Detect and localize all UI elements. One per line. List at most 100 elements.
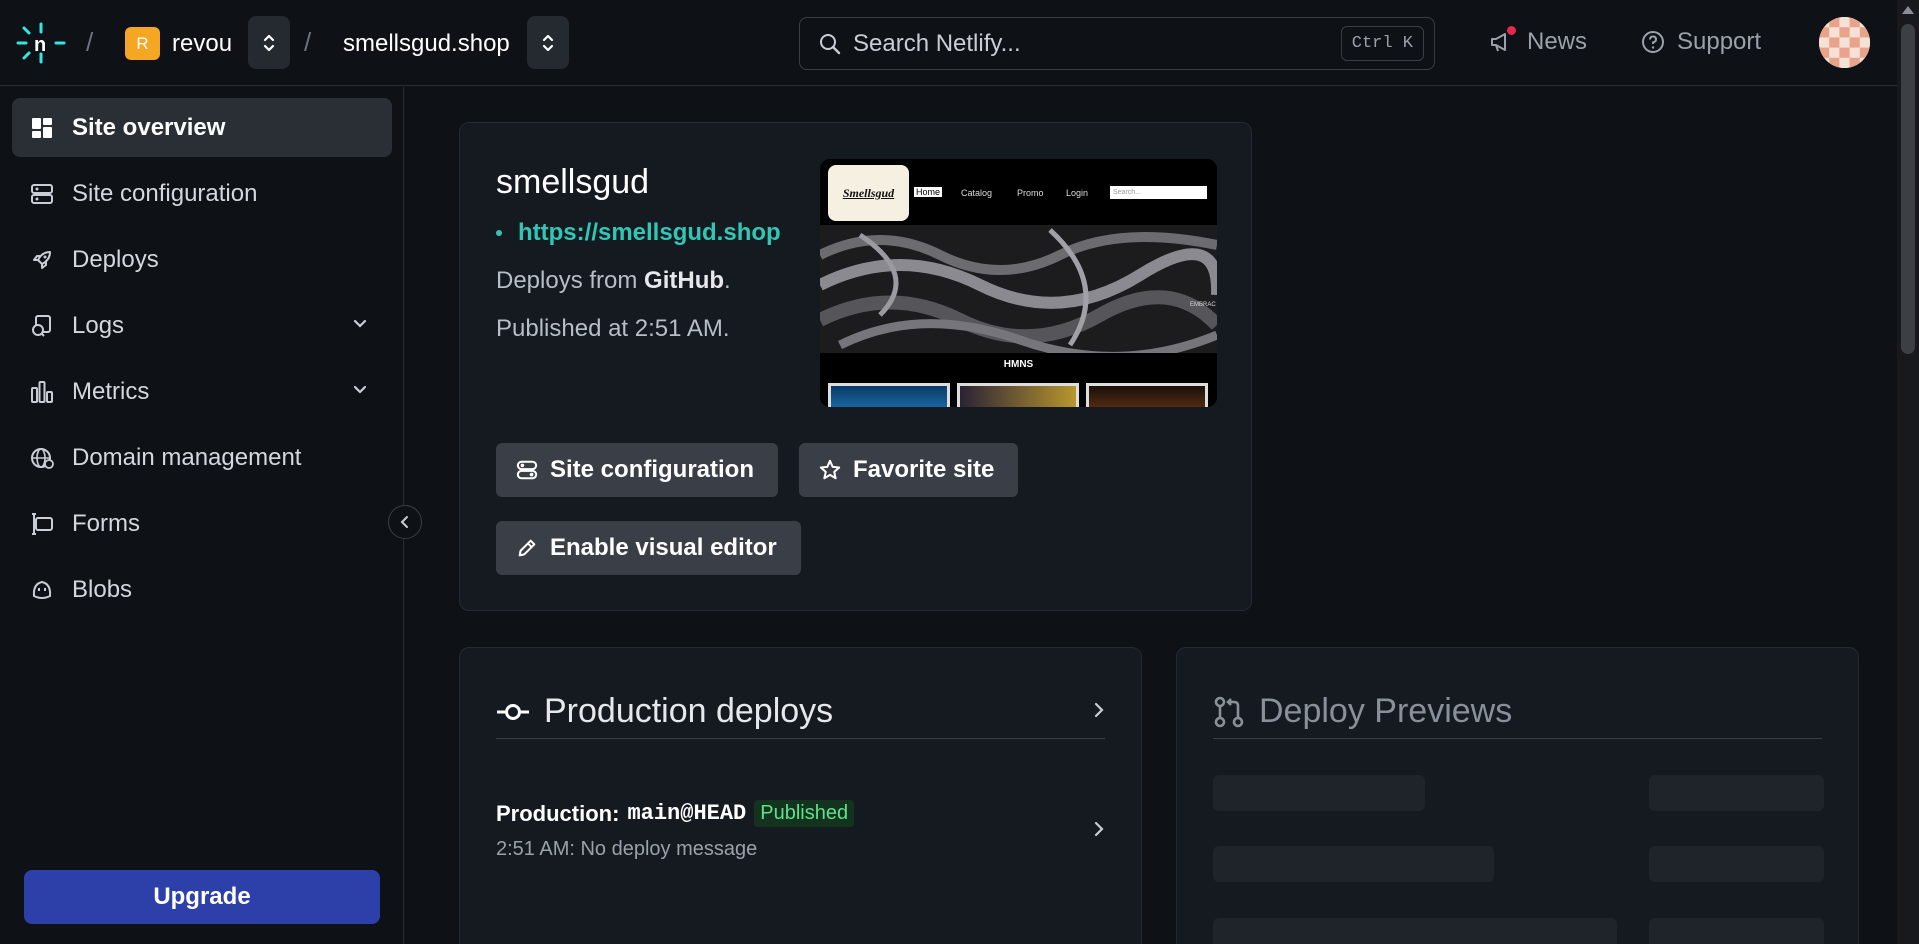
preview-nav-catalog: Catalog xyxy=(961,188,993,198)
preview-nav-login: Login xyxy=(1066,188,1089,198)
config-icon xyxy=(31,184,53,204)
team-switcher-button[interactable] xyxy=(248,16,290,69)
sidebar-item-site-overview[interactable]: Site overview xyxy=(12,98,392,157)
sidebar-item-blobs[interactable]: Blobs xyxy=(12,560,392,619)
enable-visual-editor-label: Enable visual editor xyxy=(550,534,777,561)
preview-brand: Smellsgud xyxy=(828,165,909,221)
search-bar[interactable]: Ctrl K xyxy=(799,17,1435,70)
chevron-down-icon xyxy=(353,385,367,394)
deploy-source-name: GitHub xyxy=(644,267,725,294)
deploy-source-text: Deploys from GitHub. xyxy=(496,267,731,294)
bar-chart-icon xyxy=(31,381,53,403)
search-shortcut: Ctrl K xyxy=(1340,26,1424,61)
deploy-row[interactable]: Production: main@HEAD Published xyxy=(496,800,855,827)
chevron-down-icon xyxy=(353,319,367,328)
site-configuration-button[interactable]: Site configuration xyxy=(496,443,778,497)
sidebar-item-label: Site overview xyxy=(72,113,226,141)
site-preview-thumbnail[interactable]: Smellsgud Home Catalog Promo Login Searc… xyxy=(820,159,1217,407)
enable-visual-editor-button[interactable]: Enable visual editor xyxy=(496,521,801,575)
help-circle-icon xyxy=(1642,31,1664,53)
site-url-text[interactable]: https://smellsgud.shop xyxy=(518,219,781,247)
preview-search: Search... xyxy=(1110,186,1207,199)
top-header: n / R revou / smellsgud.shop Ctrl K News… xyxy=(0,0,1897,86)
sidebar: Site overview Site configuration Deploys… xyxy=(0,87,404,944)
scrollbar-thumb[interactable] xyxy=(1901,24,1915,354)
deploy-message: 2:51 AM: No deploy message xyxy=(496,838,758,860)
favorite-site-button[interactable]: Favorite site xyxy=(799,443,1019,497)
team-name[interactable]: revou xyxy=(172,30,232,58)
news-label: News xyxy=(1527,28,1588,55)
sidebar-item-label: Logs xyxy=(72,311,125,339)
deploy-branch: main@HEAD xyxy=(627,801,747,826)
upgrade-button[interactable]: Upgrade xyxy=(24,870,380,924)
scroll-up-arrow[interactable] xyxy=(1902,6,1914,14)
preview-hero-image xyxy=(820,225,1217,353)
loading-skeleton xyxy=(1649,775,1824,811)
production-deploys-card: Production deploys Production: main@HEAD… xyxy=(459,647,1142,944)
preview-nav-home: Home xyxy=(914,187,943,197)
svg-text:n: n xyxy=(34,34,46,56)
preview-section-label: HMNS xyxy=(1003,359,1034,370)
preview-product-3 xyxy=(1086,383,1208,407)
loading-skeleton xyxy=(1649,918,1824,944)
sidebar-item-label: Deploys xyxy=(72,245,159,273)
sidebar-item-label: Site configuration xyxy=(72,179,258,207)
megaphone-icon xyxy=(1489,26,1516,54)
deploy-context: Production: xyxy=(496,800,620,826)
page-scrollbar[interactable] xyxy=(1897,0,1919,944)
site-overview-card: smellsgud https://smellsgud.shop Deploys… xyxy=(459,122,1252,611)
search-icon xyxy=(820,34,841,55)
loading-skeleton xyxy=(1213,846,1494,882)
sidebar-item-forms[interactable]: Forms xyxy=(12,494,392,553)
pencil-icon xyxy=(518,539,536,557)
sidebar-item-logs[interactable]: Logs xyxy=(12,296,392,355)
globe-icon xyxy=(31,448,54,469)
site-configuration-label: Site configuration xyxy=(550,456,754,483)
site-switcher-button[interactable] xyxy=(527,16,569,69)
loading-skeleton xyxy=(1213,775,1425,811)
logs-icon xyxy=(32,315,51,337)
support-link[interactable]: Support xyxy=(1641,28,1761,56)
site-title: smellsgud xyxy=(496,163,650,201)
config-icon xyxy=(516,460,538,480)
support-label: Support xyxy=(1677,28,1762,55)
sidebar-item-label: Metrics xyxy=(72,377,150,405)
preview-nav-promo: Promo xyxy=(1017,188,1044,198)
star-icon xyxy=(819,459,841,480)
deploy-previews-header[interactable]: Deploy Previews xyxy=(1213,692,1512,731)
netlify-logo-icon[interactable]: n xyxy=(16,22,66,64)
deploy-previews-card: Deploy Previews xyxy=(1176,647,1859,944)
sidebar-item-site-configuration[interactable]: Site configuration xyxy=(12,164,392,223)
sidebar-item-label: Domain management xyxy=(72,443,302,471)
sidebar-item-label: Forms xyxy=(72,509,140,537)
sidebar-item-deploys[interactable]: Deploys xyxy=(12,230,392,289)
chevron-updown-icon xyxy=(263,34,275,51)
sidebar-item-domain-management[interactable]: Domain management xyxy=(12,428,392,487)
production-deploys-header[interactable]: Production deploys xyxy=(496,692,833,731)
collapse-sidebar-button[interactable] xyxy=(388,505,422,539)
pull-request-icon xyxy=(1214,696,1244,727)
preview-product-1 xyxy=(828,383,950,407)
preview-product-2 xyxy=(957,383,1079,407)
sidebar-item-label: Blobs xyxy=(72,575,133,603)
url-bullet xyxy=(496,230,502,236)
published-time: Published at 2:51 AM. xyxy=(496,315,730,342)
forms-icon xyxy=(32,513,53,535)
blob-icon xyxy=(32,580,52,599)
sidebar-item-metrics[interactable]: Metrics xyxy=(12,362,392,421)
notification-dot xyxy=(1507,26,1516,35)
news-link[interactable]: News xyxy=(1489,26,1588,56)
chevron-right-icon[interactable] xyxy=(1093,702,1105,718)
commit-icon xyxy=(497,703,529,720)
loading-skeleton xyxy=(1649,846,1824,882)
chevron-right-icon[interactable] xyxy=(1093,821,1105,837)
site-name[interactable]: smellsgud.shop xyxy=(343,30,510,58)
rocket-icon xyxy=(33,251,51,269)
divider xyxy=(1213,738,1822,739)
status-badge: Published xyxy=(754,800,855,827)
user-avatar[interactable] xyxy=(1819,17,1870,68)
site-url-link[interactable]: https://smellsgud.shop xyxy=(496,219,781,247)
search-input[interactable] xyxy=(853,30,1353,58)
chevron-left-icon xyxy=(400,516,408,528)
chevron-updown-icon xyxy=(542,34,554,51)
